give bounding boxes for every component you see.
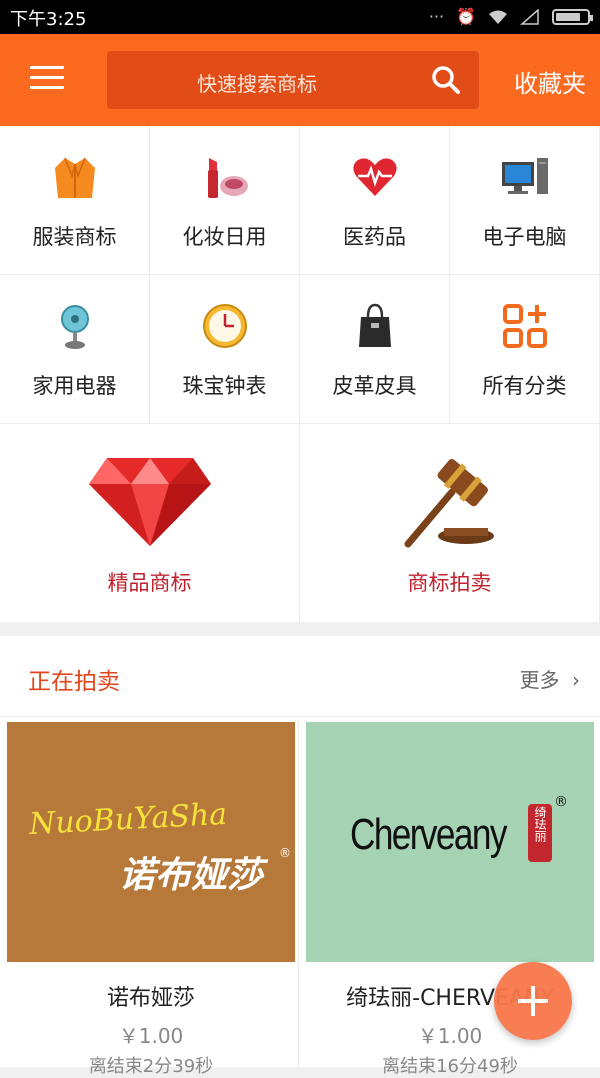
featured-label: 精品商标 [107,571,192,595]
more-link[interactable]: 更多 › [520,664,580,693]
category-grid: 服装商标 化妆日用 医药品 电子电脑 家用电器 珠宝钟表 皮革皮具 所有分类 [0,126,600,424]
grid-plus-icon [503,304,547,348]
category-jewelry[interactable]: 珠宝钟表 [150,275,300,424]
status-icons: ··· ⏰ [428,7,593,26]
more-dots-icon: ··· [428,7,445,26]
favorites-button[interactable]: 收藏夹 [514,64,586,99]
category-label: 皮革皮具 [332,374,417,398]
category-electronics[interactable]: 电子电脑 [450,126,600,275]
trademark-image: NuoBuYaSha 诺布娅莎 ® [7,722,295,962]
category-medicine[interactable]: 医药品 [300,126,450,275]
status-time: 下午3:25 [10,9,87,30]
more-label: 更多 [519,668,560,692]
menu-button[interactable] [30,66,64,92]
card-price: ￥1.00 [118,1024,184,1048]
search-placeholder: 快速搜索商标 [197,72,317,96]
card-time: 离结束2分39秒 [88,1056,214,1077]
featured-auction[interactable]: 商标拍卖 [300,424,600,622]
featured-label: 商标拍卖 [407,571,492,595]
heart-pulse-icon [353,158,397,196]
category-label: 珠宝钟表 [182,374,267,398]
cosmetics-icon [208,158,248,198]
category-appliances[interactable]: 家用电器 [0,275,150,424]
category-label: 化妆日用 [182,225,267,249]
category-label: 医药品 [343,225,406,249]
category-clothing[interactable]: 服装商标 [0,126,150,275]
section-title: 正在拍卖 [28,669,120,695]
logo-text-cn: 诺布娅莎 [119,855,264,896]
divider [298,722,299,1067]
registered-mark: ® [279,846,291,860]
wifi-icon [489,10,507,24]
trademark-image: Cherveany 绮珐丽 ® [306,722,594,962]
registered-mark: ® [554,794,568,810]
category-all[interactable]: 所有分类 [450,275,600,424]
card-time: 离结束16分49秒 [382,1056,518,1077]
diamond-icon [89,458,211,546]
logo-text-en: NuoBuYaSha [28,796,228,843]
category-leather[interactable]: 皮革皮具 [300,275,450,424]
category-label: 服装商标 [32,225,117,249]
alarm-icon: ⏰ [456,7,476,26]
search-bar[interactable]: 快速搜索商标 [107,51,479,109]
battery-icon [552,8,593,25]
search-icon[interactable] [431,65,461,95]
computer-icon [502,158,548,194]
gavel-icon [404,459,494,548]
fan-icon [61,305,89,349]
clock-icon [203,304,247,348]
handbag-icon [359,303,391,347]
coat-icon [55,157,95,198]
category-label: 所有分类 [482,374,567,398]
category-cosmetics[interactable]: 化妆日用 [150,126,300,275]
logo-seal: 绮珐丽 [528,804,552,862]
category-label: 家用电器 [32,374,117,398]
card-title: 诺布娅莎 [106,986,195,1011]
app-header: 快速搜索商标 收藏夹 [0,34,600,126]
signal-icon [520,8,539,25]
divider [0,716,600,717]
add-fab-button[interactable] [494,962,572,1040]
chevron-right-icon: › [572,668,580,692]
logo-text-en: Cherveany [350,810,507,859]
auction-card[interactable]: NuoBuYaSha 诺布娅莎 ® 诺布娅莎 ￥1.00 离结束2分39秒 [7,722,295,1077]
category-label: 电子电脑 [482,225,567,249]
status-bar: 下午3:25 ··· ⏰ [0,0,600,34]
featured-premium[interactable]: 精品商标 [0,424,300,622]
